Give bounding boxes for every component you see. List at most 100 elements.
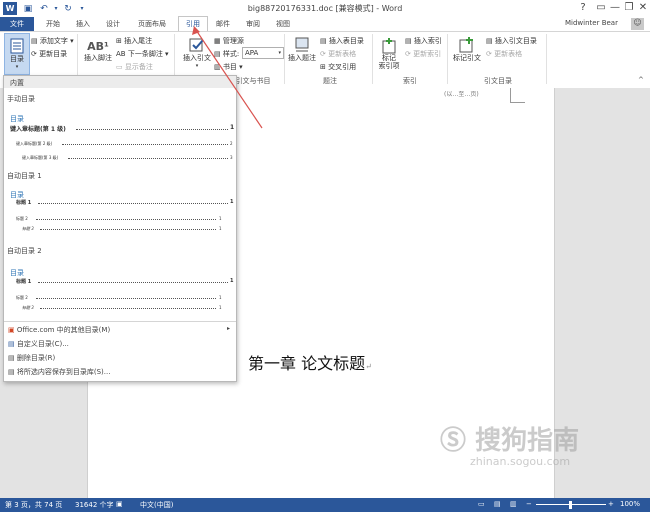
mark-citation-button[interactable]: 标记引文 (450, 34, 484, 66)
remove-toc-item[interactable]: ▤ 删除目录(R) (8, 353, 55, 363)
manual-toc-option[interactable]: 目录 键入章标题(第 1 级) 1 键入章标题(第 2 级) 2 键入章标题(第… (6, 106, 234, 164)
refresh-icon: ⟳ (405, 50, 414, 58)
update-authorities-button[interactable]: ⟳ 更新表格 (486, 49, 522, 59)
insert-endnote-button[interactable]: ⊞ 插入尾注 (116, 36, 152, 46)
insert-citation-button[interactable]: 插入引文 ▾ (180, 34, 214, 72)
read-mode-icon[interactable]: ▭ (478, 500, 485, 508)
zoom-level[interactable]: 100% (620, 500, 640, 508)
show-notes-button[interactable]: ▭ 显示备注 (116, 62, 153, 72)
help-button[interactable]: ? (574, 1, 592, 15)
auto-toc2-option[interactable]: 目录 标题 1 1 标题 2 1 标题 3 1 (6, 262, 234, 320)
save-selection-icon: ▤ (8, 368, 17, 376)
office-icon: ▣ (8, 326, 17, 334)
language[interactable]: 中文(中国) (140, 500, 173, 510)
update-figures-table-button[interactable]: ⟳ 更新表格 (320, 49, 356, 59)
next-footnote-button[interactable]: AB 下一条脚注 ▾ (116, 49, 169, 59)
update-authorities-label: 更新表格 (494, 50, 523, 58)
next-footnote-label: 下一条脚注 (127, 50, 163, 58)
insert-caption-label: 插入题注 (288, 54, 316, 62)
update-figures-table-label: 更新表格 (328, 50, 357, 58)
bibliography-button[interactable]: ▥ 书目 ▾ (214, 62, 243, 72)
paragraph-mark: ↵ (365, 362, 372, 371)
word-count[interactable]: 31642 个字 (75, 500, 114, 510)
zoom-in-icon[interactable]: + (608, 500, 614, 508)
insert-table-of-authorities-button[interactable]: ▤ 插入引文目录 (486, 36, 537, 46)
toc-dot-leader (62, 144, 228, 145)
table-of-figures-icon: ▤ (320, 37, 329, 45)
auto-toc1-page1: 1 (230, 199, 234, 205)
web-layout-icon[interactable]: ▥ (510, 500, 517, 508)
toc-dot-leader (38, 282, 228, 283)
watermark-url: zhinan.sogou.com (470, 455, 571, 468)
more-toc-office-item[interactable]: ▣ Office.com 中的其他目录(M) ▸ (8, 325, 232, 336)
user-avatar-icon[interactable]: ☺ (631, 18, 644, 30)
chevron-down-icon: ▾ (15, 64, 19, 70)
footnote-icon: AB¹ (87, 39, 109, 53)
cross-reference-button[interactable]: ⊞ 交叉引用 (320, 62, 356, 72)
tab-home[interactable]: 开始 (40, 17, 66, 31)
insert-citation-label: 插入引文 (183, 54, 211, 62)
chapter-title[interactable]: 第一章 论文标题↵ (248, 350, 372, 374)
manual-toc-page1: 1 (230, 124, 235, 131)
auto-toc2-line2: 标题 2 (16, 295, 28, 300)
manual-toc-page2: 2 (230, 141, 233, 146)
page-count[interactable]: 第 3 页，共 74 页 (5, 500, 62, 510)
save-selection-item[interactable]: ▤ 将所选内容保存到目录库(S)... (8, 367, 110, 377)
tab-mailings[interactable]: 邮件 (210, 17, 236, 31)
add-text-button[interactable]: ▤ 添加文字 ▾ (31, 36, 74, 46)
refresh-icon: ⟳ (320, 50, 329, 58)
tab-review[interactable]: 审阅 (240, 17, 266, 31)
tab-design[interactable]: 设计 (100, 17, 126, 31)
endnote-icon: ⊞ (116, 37, 125, 45)
insert-footnote-button[interactable]: AB¹ 插入脚注 (83, 36, 113, 66)
authorities-group-label: 引文目录 (484, 77, 512, 85)
zoom-out-icon[interactable]: − (526, 500, 532, 508)
cross-reference-label: 交叉引用 (328, 63, 357, 71)
tab-file[interactable]: 文件 (0, 17, 34, 31)
proofing-icon[interactable]: ▣ (116, 500, 123, 508)
more-toc-office-label: Office.com 中的其他目录(M) (16, 326, 111, 334)
update-index-button[interactable]: ⟳ 更新索引 (405, 49, 441, 59)
auto-toc1-option[interactable]: 目录 标题 1 1 标题 2 1 标题 3 1 (6, 184, 234, 242)
tab-insert[interactable]: 插入 (70, 17, 96, 31)
submenu-arrow-icon: ▸ (226, 325, 230, 332)
toc-icon (10, 38, 24, 54)
tab-bar (0, 17, 650, 31)
manage-sources-label: 管理源 (222, 37, 244, 45)
gallery-header: 内置 (10, 79, 24, 87)
toc-button[interactable]: 目录 ▾ (4, 33, 30, 75)
custom-toc-item[interactable]: ▤ 自定义目录(C)... (8, 339, 69, 349)
tab-layout[interactable]: 页面布局 (131, 17, 173, 31)
print-layout-icon[interactable]: ▤ (494, 500, 501, 508)
user-name[interactable]: Midwinter Bear (565, 19, 618, 27)
toc-button-label: 目录 (10, 55, 24, 63)
tab-view[interactable]: 视图 (270, 17, 296, 31)
add-text-icon: ▤ (31, 37, 40, 45)
auto-toc1-line2: 标题 2 (16, 216, 28, 221)
style-select[interactable]: APA ▾ (242, 47, 284, 59)
insert-endnote-label: 插入尾注 (124, 37, 153, 45)
group-separator (447, 34, 448, 84)
remove-toc-icon: ▤ (8, 354, 17, 362)
zoom-slider-thumb[interactable] (569, 501, 572, 509)
auto-toc2-page2: 1 (219, 295, 222, 300)
collapse-ribbon-icon[interactable]: ^ (638, 76, 644, 84)
insert-caption-button[interactable]: 插入题注 (287, 34, 317, 66)
insert-table-of-figures-button[interactable]: ▤ 插入表目录 (320, 36, 364, 46)
update-toc-button[interactable]: ⟳ 更新目录 (31, 49, 67, 59)
manage-sources-button[interactable]: ▦ 管理源 (214, 36, 244, 46)
table-of-authorities-icon: ▤ (486, 37, 495, 45)
toc-dot-leader (38, 203, 228, 204)
custom-toc-icon: ▤ (8, 340, 17, 348)
mark-citation-icon (459, 37, 473, 53)
citation-icon (189, 38, 204, 52)
style-label: ▤ 样式: (214, 49, 239, 59)
insert-index-button[interactable]: ▤ 插入索引 (405, 36, 442, 46)
close-button[interactable]: ✕ (634, 1, 650, 15)
chapter-title-text: 第一章 论文标题 (248, 354, 366, 373)
mark-entry-button[interactable]: 标记 索引项 (375, 34, 403, 74)
page-fragment-text: (以…至…页) (444, 91, 479, 98)
watermark-logo: Ⓢ 搜狗指南 (440, 420, 579, 457)
mark-entry-icon (382, 38, 396, 54)
group-separator (372, 34, 373, 84)
